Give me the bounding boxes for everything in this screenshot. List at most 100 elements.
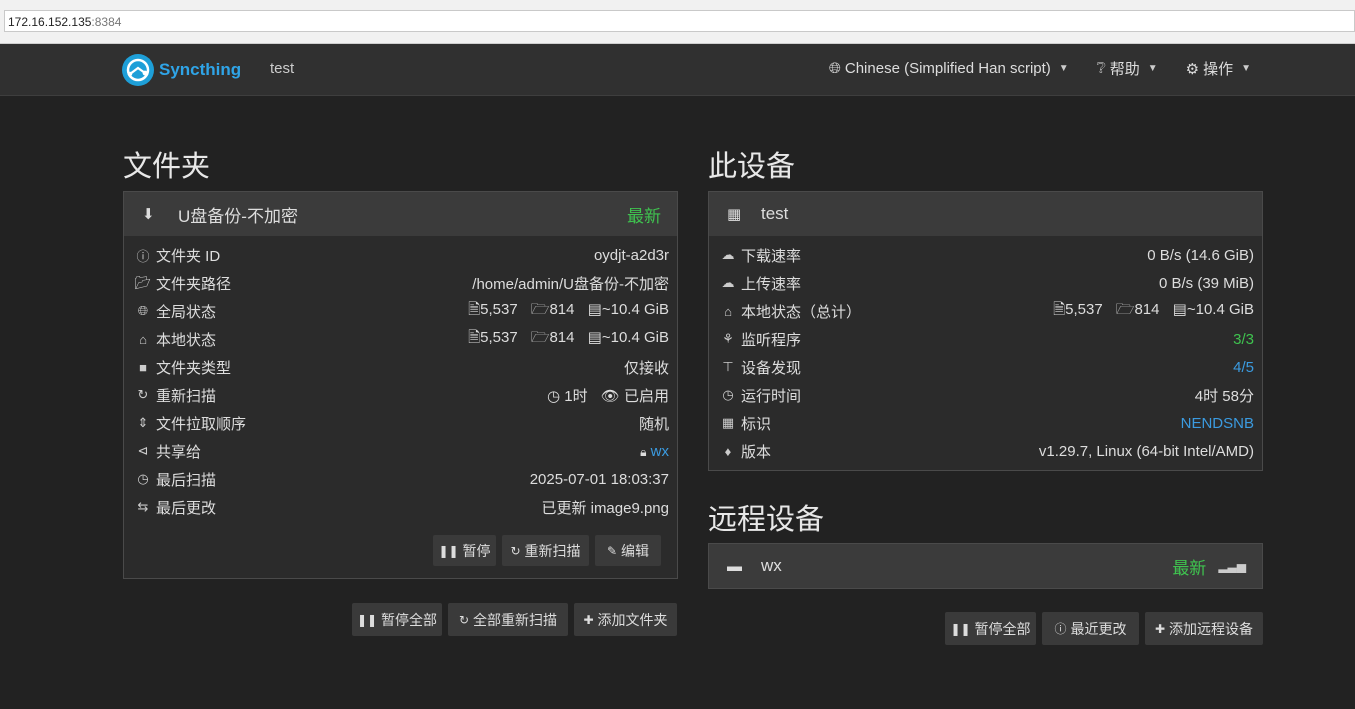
this-device-header[interactable]: ▦ test <box>709 192 1262 236</box>
identity-link[interactable]: NENDSNB <box>1181 415 1254 432</box>
folder-panel-header[interactable]: ⬇︎ U盘备份-不加密 最新 <box>124 192 677 236</box>
size-value: ~10.4 GiB <box>601 328 669 346</box>
info-circle-icon: ⓘ <box>1054 622 1067 636</box>
folder-name: U盘备份-不加密 <box>178 206 298 226</box>
rescan-folder-button[interactable]: ↻ 重新扫描 <box>502 535 589 566</box>
folder-id-row: ⓘ 文件夹 ID oydjt-a2d3r <box>124 241 677 269</box>
folders-heading: 文件夹 <box>123 151 211 183</box>
folder-icon: ■ <box>139 359 147 375</box>
size-value: ~10.4 GiB <box>1186 300 1254 318</box>
button-label: 全部重新扫描 <box>473 611 558 628</box>
home-icon: ⌂ <box>724 303 732 319</box>
pull-order-value: 随机 <box>638 415 669 433</box>
button-label: 暂停全部 <box>974 620 1031 637</box>
row-label: 文件夹 ID <box>156 247 221 265</box>
row-label: 运行时间 <box>741 387 802 405</box>
share-icon: ⊲ <box>137 443 149 458</box>
row-label: 共享给 <box>156 443 202 461</box>
shared-device-link[interactable]: wx <box>651 443 669 460</box>
discovery-value[interactable]: 4/5 <box>1233 359 1254 376</box>
file-icon: 🗎︎ <box>1053 300 1066 318</box>
clock-icon: ◷ <box>137 471 149 486</box>
remote-devices-heading: 远程设备 <box>708 504 825 536</box>
button-label: 编辑 <box>621 542 650 559</box>
signal-strength-icon: ▂▃▅ <box>1218 559 1246 573</box>
help-dropdown[interactable]: ❔︎ 帮助 ▼ <box>1097 58 1158 79</box>
row-label: 全局状态 <box>156 303 217 321</box>
last-scan-value: 2025-07-01 18:03:37 <box>529 470 669 488</box>
pause-folder-button[interactable]: ❚❚ 暂停 <box>433 535 496 566</box>
this-device-panel: ▦ test ☁ 下载速率 0 B/s (14.6 GiB) ☁ 上传速率 0 … <box>708 191 1263 471</box>
add-remote-device-button[interactable]: ✚ 添加远程设备 <box>1145 612 1263 645</box>
add-folder-button[interactable]: ✚ 添加文件夹 <box>574 603 677 636</box>
folder-id-value: oydjt-a2d3r <box>593 246 669 264</box>
this-device-name: test <box>761 204 789 223</box>
rescan-all-button[interactable]: ↻ 全部重新扫描 <box>448 603 568 636</box>
qrcode-icon: ▦ <box>727 206 742 223</box>
button-label: 添加远程设备 <box>1169 620 1254 637</box>
file-icon: 🗎︎ <box>468 328 481 346</box>
uptime-value: 4时 58分 <box>1194 387 1254 405</box>
folder-status: 最新 <box>627 206 661 226</box>
globe-icon: 🌐︎ <box>828 60 841 77</box>
local-total-value: 🗎︎5,537 🗁︎814 ▤~10.4 GiB <box>1053 299 1254 324</box>
folder-panel: ⬇︎ U盘备份-不加密 最新 ⓘ 文件夹 ID oydjt-a2d3r 📂︎ 文… <box>123 191 678 579</box>
rescan-row: ↻ 重新扫描 ◷ 1时 👁︎ 已启用 <box>124 381 677 409</box>
tag-icon: ♦ <box>724 443 732 459</box>
language-dropdown[interactable]: 🌐︎ Chinese (Simplified Han script) ▼ <box>829 58 1069 79</box>
listeners-value[interactable]: 3/3 <box>1233 331 1254 348</box>
row-label: 文件夹路径 <box>156 275 232 293</box>
row-label: 本地状态 <box>156 331 217 349</box>
plus-icon: ✚ <box>583 612 594 627</box>
uptime-row: ◷ 运行时间 4时 58分 <box>709 381 1262 409</box>
url-port: :8384 <box>91 15 122 29</box>
signpost-icon: ⊤ <box>722 359 734 374</box>
brand-link[interactable]: Syncthing <box>122 54 241 86</box>
folder-icon: 🗁︎ <box>1115 300 1135 318</box>
edit-folder-button[interactable]: ✎ 编辑 <box>595 535 661 566</box>
local-state-row: ⌂ 本地状态 🗎︎5,537 🗁︎814 ▤~10.4 GiB <box>124 325 677 353</box>
actions-label: 操作 <box>1203 61 1234 78</box>
recent-changes-button[interactable]: ⓘ 最近更改 <box>1042 612 1139 645</box>
upload-rate-value: 0 B/s (39 MiB) <box>1158 274 1254 292</box>
top-navbar: Syncthing test 🌐︎ Chinese (Simplified Ha… <box>0 44 1355 96</box>
gear-icon: ⚙︎ <box>1185 60 1200 78</box>
url-input[interactable]: 172.16.152.135:8384 <box>4 10 1355 32</box>
identity-row: ▦ 标识 NENDSNB <box>709 409 1262 437</box>
eye-icon: 👁︎ <box>600 387 620 405</box>
last-change-value: 已更新 image9.png <box>541 499 669 517</box>
pause-all-folders-button[interactable]: ❚❚ 暂停全部 <box>352 603 442 636</box>
remote-device-header[interactable]: ▬ wx 最新 ▂▃▅ <box>709 544 1262 588</box>
last-scan-row: ◷ 最后扫描 2025-07-01 18:03:37 <box>124 465 677 493</box>
language-label: Chinese (Simplified Han script) <box>844 60 1051 77</box>
button-label: 暂停全部 <box>381 611 438 628</box>
chevron-down-icon: ▼ <box>1241 63 1251 74</box>
cloud-download-icon: ☁ <box>721 247 735 262</box>
folder-path-row: 📂︎ 文件夹路径 /home/admin/U盘备份-不加密 <box>124 269 677 297</box>
pause-icon: ❚❚ <box>356 612 378 627</box>
rescan-value: ◷ 1时 👁︎ 已启用 <box>547 385 669 406</box>
global-state-value: 🗎︎5,537 🗁︎814 ▤~10.4 GiB <box>468 299 669 324</box>
pause-all-devices-button[interactable]: ❚❚ 暂停全部 <box>945 612 1036 645</box>
remote-device-panel: ▬ wx 最新 ▂▃▅ <box>708 543 1263 589</box>
watch-status: 已启用 <box>623 387 669 405</box>
actions-dropdown[interactable]: ⚙︎ 操作 ▼ <box>1186 58 1251 79</box>
folder-icon: 🗁︎ <box>530 300 550 318</box>
exchange-icon: ⇆ <box>137 499 149 514</box>
pencil-icon: ✎ <box>606 543 618 558</box>
pause-icon: ❚❚ <box>438 543 459 558</box>
refresh-icon: ↻ <box>510 543 521 558</box>
nav-device-name: test <box>270 60 295 77</box>
globe-icon: 🌐︎ <box>137 303 149 318</box>
row-label: 版本 <box>741 443 772 461</box>
shared-with-row: ⊲ 共享给 🔒︎ wx <box>124 437 677 465</box>
chevron-down-icon: ▼ <box>1058 63 1069 74</box>
row-label: 本地状态（总计） <box>741 303 862 321</box>
local-state-value: 🗎︎5,537 🗁︎814 ▤~10.4 GiB <box>468 327 669 352</box>
shared-with-value: 🔒︎ wx <box>640 443 669 460</box>
folder-path-value: /home/admin/U盘备份-不加密 <box>472 275 669 293</box>
version-value: v1.29.7, Linux (64-bit Intel/AMD) <box>1038 442 1254 460</box>
row-label: 标识 <box>741 415 772 433</box>
refresh-icon: ↻ <box>458 612 470 627</box>
plus-icon: ✚ <box>1154 621 1166 636</box>
